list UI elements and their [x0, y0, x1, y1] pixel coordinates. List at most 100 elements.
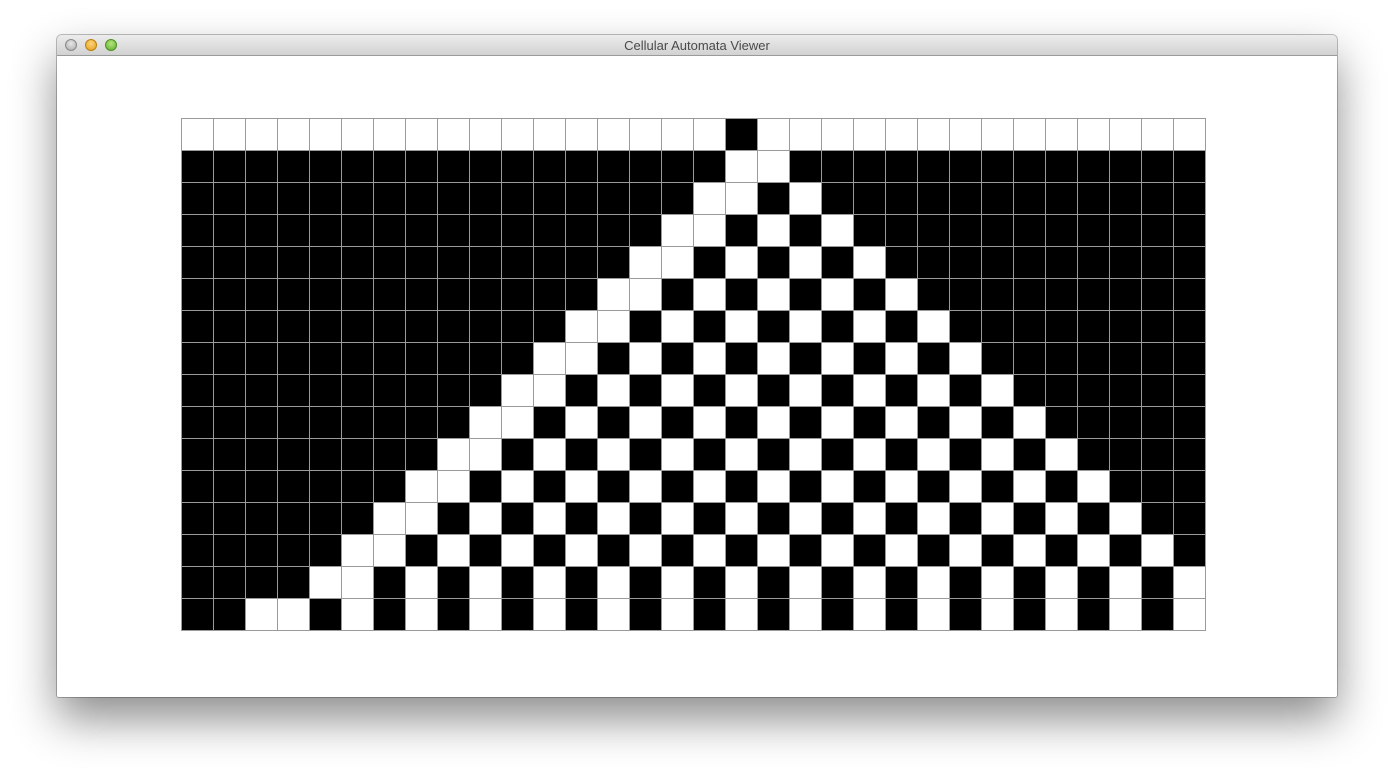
automaton-cell	[662, 183, 694, 215]
automaton-cell	[438, 215, 470, 247]
automaton-cell	[342, 151, 374, 183]
automaton-cell	[246, 183, 278, 215]
automaton-cell	[246, 439, 278, 471]
automaton-cell	[342, 503, 374, 535]
automaton-cell	[630, 279, 662, 311]
automaton-cell	[1142, 183, 1174, 215]
automaton-cell	[406, 311, 438, 343]
automaton-cell	[534, 567, 566, 599]
automaton-cell	[886, 471, 918, 503]
automaton-cell	[406, 599, 438, 631]
automaton-cell	[694, 567, 726, 599]
automaton-cell	[790, 599, 822, 631]
automaton-cell	[374, 503, 406, 535]
automaton-cell	[950, 407, 982, 439]
automaton-cell	[438, 599, 470, 631]
automaton-cell	[982, 343, 1014, 375]
automaton-cell	[1078, 407, 1110, 439]
automaton-cell	[822, 119, 854, 151]
automaton-cell	[598, 119, 630, 151]
automaton-cell	[1078, 311, 1110, 343]
automaton-cell	[1046, 247, 1078, 279]
automaton-cell	[790, 151, 822, 183]
automaton-cell	[790, 279, 822, 311]
automaton-cell	[502, 343, 534, 375]
automaton-cell	[950, 567, 982, 599]
automaton-cell	[470, 343, 502, 375]
automaton-cell	[950, 375, 982, 407]
automaton-cell	[790, 215, 822, 247]
automaton-cell	[598, 535, 630, 567]
automaton-cell	[310, 439, 342, 471]
automaton-cell	[598, 151, 630, 183]
automaton-cell	[1110, 311, 1142, 343]
automaton-cell	[278, 375, 310, 407]
automaton-cell	[278, 183, 310, 215]
automaton-cell	[950, 119, 982, 151]
automaton-cell	[374, 599, 406, 631]
automaton-cell	[246, 375, 278, 407]
automaton-cell	[758, 567, 790, 599]
automaton-cell	[566, 183, 598, 215]
automaton-cell	[374, 343, 406, 375]
automaton-cell	[310, 247, 342, 279]
automaton-cell	[1174, 215, 1206, 247]
automaton-cell	[886, 215, 918, 247]
automaton-cell	[1142, 407, 1174, 439]
automaton-cell	[342, 471, 374, 503]
automaton-cell	[182, 567, 214, 599]
automaton-cell	[694, 311, 726, 343]
automaton-cell	[406, 407, 438, 439]
automaton-cell	[886, 599, 918, 631]
automaton-cell	[1078, 183, 1110, 215]
automaton-cell	[438, 247, 470, 279]
automaton-cell	[1078, 535, 1110, 567]
automaton-cell	[1142, 119, 1174, 151]
automaton-cell	[694, 215, 726, 247]
automaton-cell	[758, 247, 790, 279]
automaton-cell	[246, 503, 278, 535]
automaton-cell	[790, 183, 822, 215]
automaton-cell	[950, 471, 982, 503]
automaton-cell	[246, 407, 278, 439]
automaton-cell	[214, 183, 246, 215]
automaton-cell	[566, 471, 598, 503]
automaton-cell	[726, 311, 758, 343]
automaton-cell	[1014, 567, 1046, 599]
automaton-cell	[886, 567, 918, 599]
automaton-cell	[342, 279, 374, 311]
automaton-cell	[342, 311, 374, 343]
automaton-cell	[598, 375, 630, 407]
automaton-cell	[502, 279, 534, 311]
automaton-cell	[342, 407, 374, 439]
automaton-cell	[310, 343, 342, 375]
automaton-cell	[758, 599, 790, 631]
automaton-cell	[1174, 535, 1206, 567]
automaton-cell	[1142, 535, 1174, 567]
automaton-cell	[342, 599, 374, 631]
automaton-cell	[886, 343, 918, 375]
automaton-cell	[406, 279, 438, 311]
automaton-cell	[662, 343, 694, 375]
automaton-cell	[182, 503, 214, 535]
automaton-cell	[342, 439, 374, 471]
automaton-cell	[662, 151, 694, 183]
automaton-cell	[662, 215, 694, 247]
automaton-cell	[1142, 151, 1174, 183]
automaton-cell	[1174, 375, 1206, 407]
automaton-cell	[630, 567, 662, 599]
automaton-cell	[406, 119, 438, 151]
automaton-cell	[918, 439, 950, 471]
automaton-cell	[982, 407, 1014, 439]
automaton-cell	[438, 503, 470, 535]
automaton-cell	[822, 279, 854, 311]
automaton-cell	[662, 439, 694, 471]
automaton-cell	[342, 535, 374, 567]
automaton-cell	[470, 471, 502, 503]
automaton-cell	[502, 247, 534, 279]
title-bar[interactable]: Cellular Automata Viewer	[57, 35, 1337, 56]
automaton-cell	[278, 343, 310, 375]
automaton-cell	[534, 343, 566, 375]
automaton-cell	[1046, 567, 1078, 599]
automaton-cell	[1046, 599, 1078, 631]
